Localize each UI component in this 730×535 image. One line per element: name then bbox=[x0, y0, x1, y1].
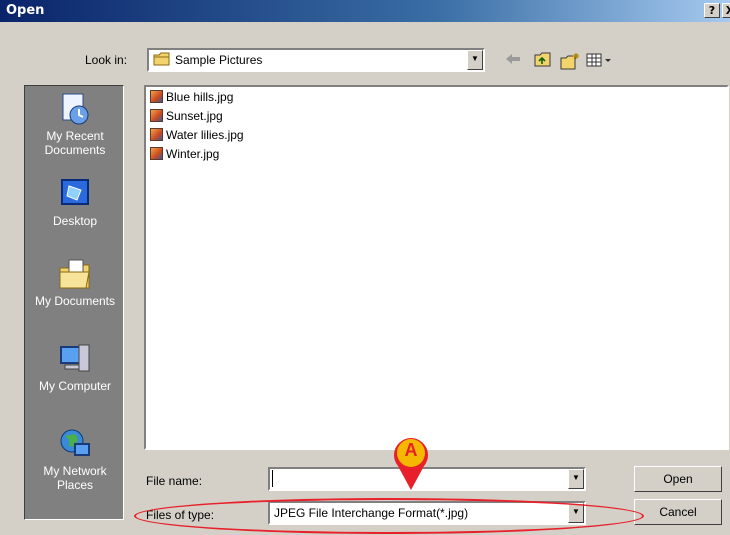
my-computer-icon bbox=[60, 344, 90, 372]
file-name: Blue hills.jpg bbox=[166, 90, 234, 104]
my-documents-icon bbox=[59, 259, 90, 289]
look-in-label: Look in: bbox=[85, 53, 128, 67]
jpeg-file-icon bbox=[150, 147, 163, 160]
open-dialog: Open ? X Look in: Sample Pictures ▼ My R… bbox=[0, 0, 730, 535]
place-my-documents[interactable]: My Documents bbox=[25, 256, 125, 308]
place-recent-documents[interactable]: My Recent Documents bbox=[25, 91, 125, 157]
file-name-value bbox=[272, 470, 275, 487]
look-in-combo[interactable]: Sample Pictures ▼ bbox=[147, 48, 485, 72]
desktop-icon bbox=[61, 179, 89, 205]
place-desktop[interactable]: Desktop bbox=[25, 176, 125, 228]
place-label-line2: Places bbox=[56, 478, 94, 492]
place-label: My Network bbox=[43, 464, 107, 478]
cancel-button[interactable]: Cancel bbox=[634, 499, 722, 525]
chevron-down-icon: ▼ bbox=[572, 473, 580, 482]
look-in-value: Sample Pictures bbox=[175, 53, 263, 67]
jpeg-file-icon bbox=[150, 128, 163, 141]
highlight-oval bbox=[134, 498, 644, 534]
help-button[interactable]: ? bbox=[704, 3, 720, 18]
place-my-computer[interactable]: My Computer bbox=[25, 341, 125, 393]
list-item[interactable]: Blue hills.jpg bbox=[150, 90, 233, 106]
close-button[interactable]: X bbox=[722, 3, 730, 18]
back-arrow-icon[interactable] bbox=[503, 52, 523, 70]
jpeg-file-icon bbox=[150, 90, 163, 103]
network-places-icon bbox=[60, 429, 90, 456]
file-name: Water lilies.jpg bbox=[166, 128, 244, 142]
up-folder-icon[interactable] bbox=[533, 52, 553, 70]
open-button[interactable]: Open bbox=[634, 466, 722, 492]
folder-icon bbox=[153, 52, 170, 66]
new-folder-icon[interactable] bbox=[560, 52, 580, 70]
look-in-dropdown-button[interactable]: ▼ bbox=[467, 50, 483, 70]
place-label: My Documents bbox=[34, 294, 116, 308]
list-item[interactable]: Winter.jpg bbox=[150, 147, 219, 163]
view-menu-icon[interactable] bbox=[585, 52, 617, 70]
annotation-marker-a: A bbox=[390, 434, 432, 492]
place-label-line2: Documents bbox=[44, 143, 106, 157]
file-name-label: File name: bbox=[146, 474, 203, 488]
place-label: My Recent bbox=[46, 129, 104, 143]
window-title: Open bbox=[6, 3, 45, 18]
file-name: Winter.jpg bbox=[166, 147, 220, 161]
place-network-places[interactable]: My Network Places bbox=[25, 426, 125, 492]
recent-documents-icon bbox=[62, 93, 89, 125]
list-item[interactable]: Water lilies.jpg bbox=[150, 128, 244, 144]
places-bar: My Recent Documents Desktop My Documents bbox=[24, 85, 124, 520]
list-item[interactable]: Sunset.jpg bbox=[150, 109, 223, 125]
jpeg-file-icon bbox=[150, 109, 163, 122]
place-label: My Computer bbox=[38, 379, 112, 393]
title-bar[interactable]: Open ? X bbox=[0, 0, 730, 22]
file-list[interactable]: Blue hills.jpg Sunset.jpg Water lilies.j… bbox=[144, 85, 729, 450]
file-name-dropdown-button[interactable]: ▼ bbox=[568, 469, 584, 489]
place-label: Desktop bbox=[52, 214, 98, 228]
annotation-marker-label: A bbox=[404, 440, 418, 460]
file-name: Sunset.jpg bbox=[166, 109, 223, 123]
chevron-down-icon: ▼ bbox=[471, 54, 479, 63]
